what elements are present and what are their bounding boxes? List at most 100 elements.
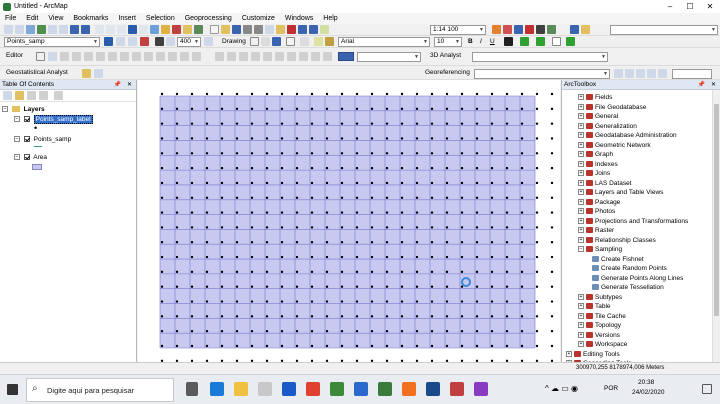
expand-icon[interactable]: + — [578, 94, 584, 101]
notification-icon[interactable] — [702, 384, 712, 394]
fishnet-point[interactable] — [160, 166, 164, 170]
fishnet-point[interactable] — [490, 122, 494, 125]
fishnet-point[interactable] — [550, 285, 554, 288]
menu-edit[interactable]: Edit — [21, 13, 43, 24]
fishnet-point[interactable] — [520, 285, 524, 288]
fishnet-point[interactable] — [355, 329, 359, 333]
fishnet-point[interactable] — [355, 152, 359, 155]
fishnet-point[interactable] — [445, 166, 449, 170]
fishnet-point[interactable] — [415, 300, 419, 303]
fishnet-point[interactable] — [490, 344, 494, 348]
layer-visibility-checkbox[interactable] — [23, 136, 30, 143]
fishnet-point[interactable] — [400, 241, 404, 244]
fishnet-point[interactable] — [430, 166, 434, 170]
3d-layer-combo[interactable]: ▼ — [472, 52, 608, 62]
fishnet-point[interactable] — [310, 137, 314, 140]
fishnet-point[interactable] — [250, 122, 254, 125]
fishnet-point[interactable] — [475, 137, 479, 140]
fishnet-point[interactable] — [445, 196, 449, 199]
layer-icon-8[interactable] — [299, 52, 308, 61]
fishnet-point[interactable] — [325, 300, 329, 303]
fishnet-point[interactable] — [160, 196, 164, 199]
task-view-icon[interactable] — [186, 382, 198, 396]
fishnet-point[interactable] — [535, 344, 539, 348]
fishnet-point[interactable] — [445, 315, 449, 318]
fishnet-point[interactable] — [280, 226, 284, 229]
fishnet-point[interactable] — [265, 226, 269, 229]
fishnet-point[interactable] — [175, 152, 179, 155]
arctoolbox-header-buttons[interactable]: 📌 ✕ — [698, 80, 718, 90]
fishnet-point[interactable] — [160, 137, 164, 140]
fishnet-point[interactable] — [340, 137, 344, 140]
table-of-contents-icon[interactable] — [503, 25, 512, 34]
fishnet-point[interactable] — [460, 196, 464, 199]
zoom-whole-page-icon[interactable] — [272, 37, 281, 46]
fishnet-point[interactable] — [400, 122, 404, 125]
fishnet-point[interactable] — [190, 181, 194, 185]
fishnet-point[interactable] — [400, 329, 404, 333]
clear-selection-icon[interactable] — [106, 25, 115, 34]
fishnet-point[interactable] — [385, 181, 389, 185]
fishnet-point[interactable] — [250, 255, 254, 259]
expand-icon[interactable]: + — [578, 303, 584, 310]
identify-icon[interactable] — [128, 25, 137, 34]
fishnet-point[interactable] — [460, 255, 464, 259]
arcmap-taskbar-icon[interactable] — [330, 382, 344, 396]
fishnet-point[interactable] — [160, 300, 164, 303]
app-icon-purple[interactable] — [474, 382, 488, 396]
fishnet-point[interactable] — [535, 181, 539, 185]
fishnet-point[interactable] — [280, 122, 284, 125]
fishnet-point[interactable] — [175, 196, 179, 199]
fishnet-point[interactable] — [250, 137, 254, 140]
fishnet-point[interactable] — [355, 211, 359, 214]
fishnet-point[interactable] — [385, 92, 389, 96]
shift-icon[interactable] — [636, 69, 645, 78]
label-icon[interactable] — [325, 37, 334, 46]
windows-start-icon[interactable] — [7, 384, 18, 395]
fishnet-point[interactable] — [280, 344, 284, 348]
fishnet-point[interactable] — [490, 329, 494, 333]
fishnet-point[interactable] — [355, 166, 359, 170]
fishnet-point[interactable] — [265, 344, 269, 348]
close-button[interactable]: ✕ — [700, 0, 720, 13]
zoom-to-selected-icon[interactable] — [155, 37, 164, 46]
python-icon[interactable] — [536, 25, 545, 34]
fishnet-point[interactable] — [205, 329, 209, 333]
fishnet-point[interactable] — [340, 270, 344, 274]
label-manager-icon[interactable] — [314, 37, 323, 46]
fishnet-point[interactable] — [160, 107, 164, 111]
fishnet-point[interactable] — [385, 270, 389, 274]
collapse-icon[interactable]: − — [14, 154, 20, 161]
fishnet-point[interactable] — [340, 255, 344, 259]
fishnet-point[interactable] — [175, 166, 179, 170]
fishnet-point[interactable] — [340, 211, 344, 214]
fishnet-point[interactable] — [310, 315, 314, 318]
fishnet-point[interactable] — [430, 107, 434, 111]
fishnet-point[interactable] — [520, 152, 524, 155]
toolbox-item-relationship-classes[interactable]: + Relationship Classes — [578, 236, 656, 246]
fishnet-point[interactable] — [370, 152, 374, 155]
menu-customize[interactable]: Customize — [237, 13, 280, 24]
fishnet-point[interactable] — [505, 226, 509, 229]
expand-icon[interactable]: + — [578, 208, 584, 215]
open-icon[interactable] — [221, 25, 230, 34]
list-by-drawing-order-icon[interactable] — [3, 91, 12, 100]
fishnet-point[interactable] — [520, 241, 524, 244]
fishnet-point[interactable] — [400, 226, 404, 229]
store-icon[interactable] — [258, 382, 272, 396]
scale-icon[interactable] — [647, 69, 656, 78]
menu-bookmarks[interactable]: Bookmarks — [68, 13, 113, 24]
layer-icon-1[interactable] — [215, 52, 224, 61]
fishnet-point[interactable] — [460, 181, 464, 185]
fishnet-point[interactable] — [445, 344, 449, 348]
fishnet-point[interactable] — [475, 196, 479, 199]
fishnet-point[interactable] — [400, 181, 404, 185]
fishnet-point[interactable] — [220, 226, 224, 229]
fishnet-point[interactable] — [190, 107, 194, 111]
fishnet-point[interactable] — [535, 196, 539, 199]
fishnet-point[interactable] — [175, 255, 179, 259]
toolbox-item-editing-tools[interactable]: + Editing Tools — [566, 350, 620, 360]
fishnet-point[interactable] — [535, 166, 539, 170]
fishnet-point[interactable] — [520, 166, 524, 170]
expand-icon[interactable]: + — [578, 189, 584, 196]
